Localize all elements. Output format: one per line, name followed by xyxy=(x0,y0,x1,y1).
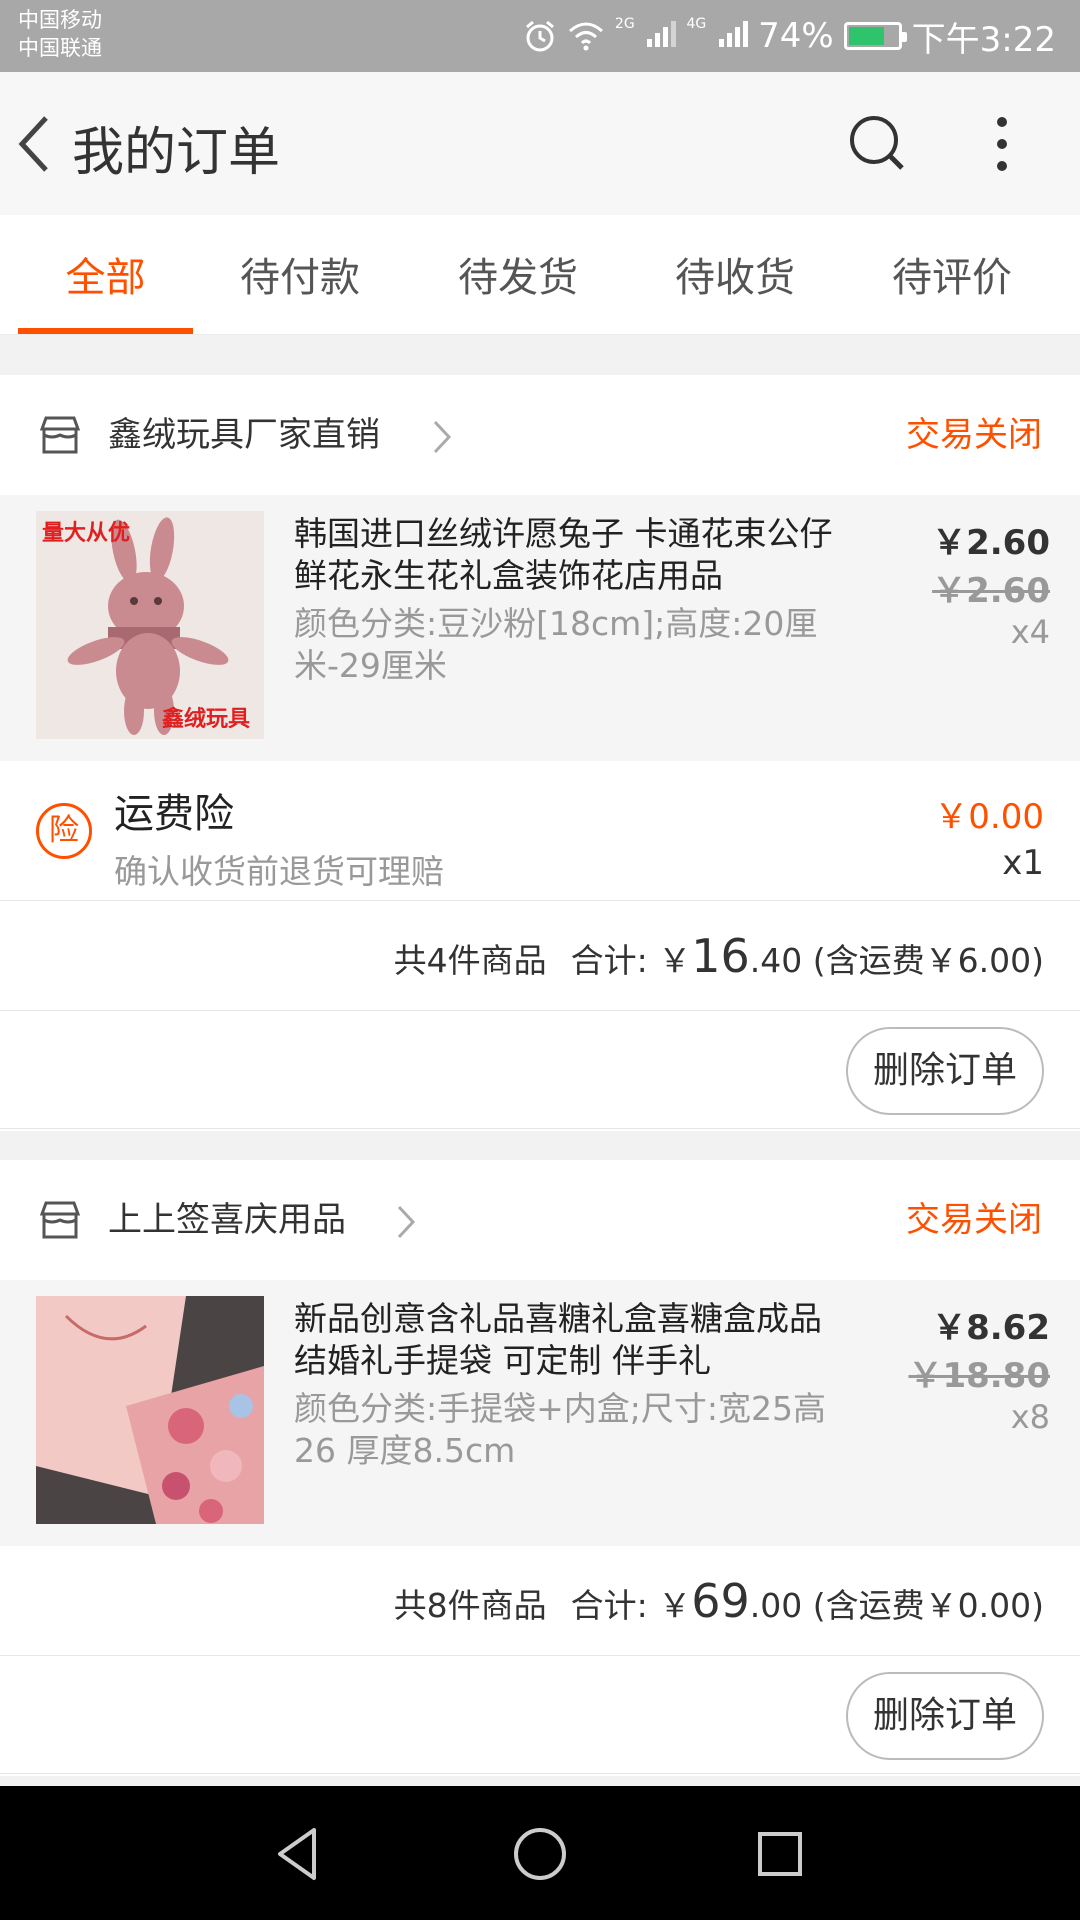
carrier-1: 中国移动 xyxy=(18,8,102,32)
order-item[interactable]: 新品创意含礼品喜糖礼盒喜糖盒成品结婚礼手提袋 可定制 伴手礼 颜色分类:手提袋+… xyxy=(0,1280,1080,1546)
item-count: 共8件商品 xyxy=(393,1586,547,1625)
nav-recents-icon[interactable] xyxy=(748,1822,812,1886)
total-integer: 69 xyxy=(691,1574,750,1628)
status-icons: 2G 4G 74% 下午3:22 xyxy=(523,0,1056,72)
shop-header[interactable]: 鑫绒玩具厂家直销 交易关闭 xyxy=(0,375,1080,495)
more-icon[interactable] xyxy=(984,108,1020,180)
order-status: 交易关闭 xyxy=(906,415,1042,455)
item-quantity: x4 xyxy=(1010,613,1050,651)
wifi-icon xyxy=(568,22,603,51)
back-arrow-icon[interactable] xyxy=(12,112,56,176)
total-integer: 16 xyxy=(691,929,750,983)
clock: 下午3:22 xyxy=(911,19,1056,60)
signal-4g-icon: 4G xyxy=(686,16,749,56)
search-icon[interactable] xyxy=(846,112,910,176)
nav-back-icon[interactable] xyxy=(268,1822,332,1886)
item-spec: 颜色分类:豆沙粉[18cm];高度:20厘米-29厘米 xyxy=(294,604,818,685)
insurance-quantity: x1 xyxy=(1002,843,1044,883)
order-actions: 删除订单 xyxy=(0,1656,1080,1774)
shipping-fee: (含运费￥6.00) xyxy=(812,941,1044,980)
chevron-right-icon xyxy=(433,420,452,454)
order-item[interactable]: 量大从优 鑫绒玩具 韩国进口丝绒许愿兔子 卡通花束公仔 鲜花永生花礼盒装饰花店用… xyxy=(0,495,1080,761)
title-bar: 我的订单 xyxy=(0,72,1080,215)
shipping-fee: (含运费￥0.00) xyxy=(812,1586,1044,1625)
battery-percent: 74% xyxy=(758,16,834,56)
active-tab-indicator xyxy=(18,328,193,334)
insurance-name: 运费险 xyxy=(114,791,234,837)
product-thumbnail: 量大从优 鑫绒玩具 xyxy=(36,511,264,739)
battery-icon xyxy=(843,22,907,50)
total-label: 合计: ￥ xyxy=(570,941,692,980)
order-status: 交易关闭 xyxy=(906,1200,1042,1240)
product-thumbnail xyxy=(36,1296,264,1524)
status-bar: 中国移动 中国联通 2G 4G 74% 下午3:22 xyxy=(0,0,1080,72)
shop-icon xyxy=(39,1201,81,1239)
nav-home-icon[interactable] xyxy=(508,1822,572,1886)
tab-pending-receipt[interactable]: 待收货 xyxy=(635,215,835,335)
net-label-4g: 4G xyxy=(686,16,707,32)
order-card: 鑫绒玩具厂家直销 交易关闭 量大从优 鑫绒玩具 韩国进口丝绒许愿兔子 卡通花束公… xyxy=(0,375,1080,1131)
system-nav-bar xyxy=(0,1786,1080,1920)
item-spec: 颜色分类:手提袋+内盒;尺寸:宽25高26 厚度8.5cm xyxy=(294,1389,826,1470)
item-title: 韩国进口丝绒许愿兔子 卡通花束公仔 鲜花永生花礼盒装饰花店用品 xyxy=(294,514,833,595)
item-price: ￥8.62 xyxy=(932,1308,1050,1348)
tab-pending-shipment[interactable]: 待发货 xyxy=(418,215,618,335)
order-actions: 删除订单 xyxy=(0,1011,1080,1129)
order-summary: 共4件商品 合计: ￥16.40 (含运费￥6.00) xyxy=(0,901,1080,1011)
insurance-desc: 确认收货前退货可理赔 xyxy=(114,852,444,891)
total-decimal: .40 xyxy=(749,941,803,980)
tab-pending-review[interactable]: 待评价 xyxy=(852,215,1052,335)
insurance-price: ￥0.00 xyxy=(934,797,1044,837)
delete-order-button[interactable]: 删除订单 xyxy=(846,1027,1044,1115)
signal-2g-icon: 2G xyxy=(615,16,677,56)
shipping-insurance: 险 运费险 确认收货前退货可理赔 ￥0.00 x1 xyxy=(0,761,1080,901)
thumb-label-bottom: 鑫绒玩具 xyxy=(161,707,250,732)
shop-icon xyxy=(39,416,81,454)
insurance-badge-icon: 险 xyxy=(36,803,92,859)
item-original-price: ￥2.60 xyxy=(932,571,1050,611)
delete-order-button[interactable]: 删除订单 xyxy=(846,1672,1044,1760)
item-count: 共4件商品 xyxy=(393,941,547,980)
net-label-2g: 2G xyxy=(614,16,635,32)
shop-name: 上上签喜庆用品 xyxy=(108,1200,346,1240)
shop-name: 鑫绒玩具厂家直销 xyxy=(108,415,380,455)
total-decimal: .00 xyxy=(749,1586,803,1625)
item-quantity: x8 xyxy=(1010,1398,1050,1436)
item-price: ￥2.60 xyxy=(932,523,1050,563)
item-original-price: ￥18.80 xyxy=(908,1356,1050,1396)
tab-pending-payment[interactable]: 待付款 xyxy=(200,215,400,335)
carrier-info: 中国移动 中国联通 xyxy=(18,6,102,62)
alarm-icon xyxy=(525,20,554,52)
shop-header[interactable]: 上上签喜庆用品 交易关闭 xyxy=(0,1160,1080,1280)
page-title: 我的订单 xyxy=(72,123,281,183)
item-title: 新品创意含礼品喜糖礼盒喜糖盒成品结婚礼手提袋 可定制 伴手礼 xyxy=(294,1299,822,1380)
order-summary: 共8件商品 合计: ￥69.00 (含运费￥0.00) xyxy=(0,1546,1080,1656)
carrier-2: 中国联通 xyxy=(18,36,102,60)
tab-all[interactable]: 全部 xyxy=(18,215,193,335)
thumb-label-top: 量大从优 xyxy=(42,521,131,546)
total-label: 合计: ￥ xyxy=(570,1586,692,1625)
chevron-right-icon xyxy=(397,1205,416,1239)
order-card: 上上签喜庆用品 交易关闭 新品创意含礼品喜糖礼盒喜糖盒成品结婚礼手提袋 可定制 … xyxy=(0,1160,1080,1776)
order-tabs: 全部 待付款 待发货 待收货 待评价 xyxy=(0,215,1080,335)
